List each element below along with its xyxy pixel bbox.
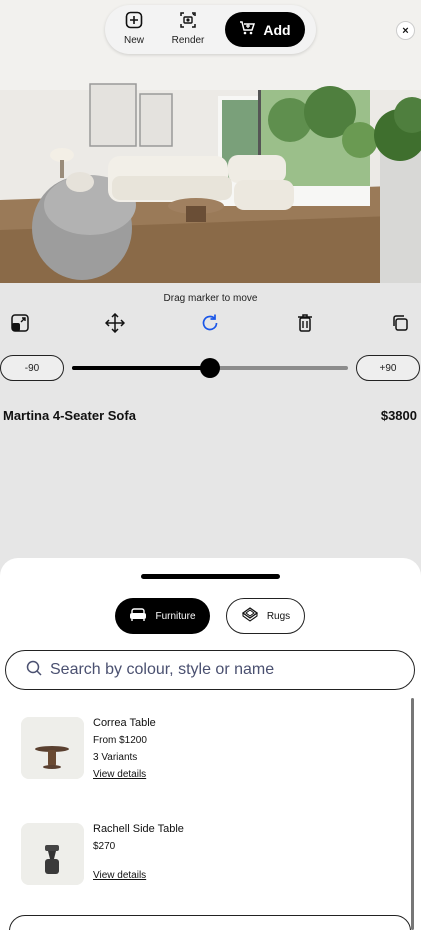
view-details-link[interactable]: View details <box>93 870 184 881</box>
product-price: $270 <box>93 841 116 852</box>
rotate-icon <box>200 313 220 338</box>
toolbar: New Render Add <box>105 5 316 54</box>
partial-card[interactable] <box>9 915 411 930</box>
product-title: Rachell Side Table <box>93 823 184 835</box>
search-input[interactable] <box>50 661 390 679</box>
tab-rugs[interactable]: Rugs <box>226 598 305 634</box>
rotate-min-button[interactable]: -90 <box>0 355 64 381</box>
rotate-button[interactable] <box>199 314 221 336</box>
product-thumbnail <box>21 717 84 779</box>
delete-button[interactable] <box>294 313 316 338</box>
product-info: Rachell Side Table $270 View details <box>93 823 184 881</box>
add-label: Add <box>263 21 291 38</box>
trash-icon <box>296 313 314 338</box>
search-icon <box>26 660 42 681</box>
add-button[interactable]: Add <box>225 12 305 47</box>
action-icons <box>0 312 421 338</box>
rotate-max-button[interactable]: +90 <box>356 355 420 381</box>
slider-thumb[interactable] <box>200 358 220 378</box>
product-price: From $1200 <box>93 735 147 746</box>
search-bar[interactable] <box>5 650 415 690</box>
selected-product-name: Martina 4-Seater Sofa <box>3 408 136 423</box>
resize-icon <box>10 313 30 338</box>
move-icon <box>104 312 126 338</box>
duplicate-icon <box>391 314 409 337</box>
selected-product-price: $3800 <box>380 408 417 423</box>
sheet-handle[interactable] <box>141 574 280 579</box>
list-scrollbar[interactable] <box>411 698 414 930</box>
render-camera-icon <box>179 12 197 32</box>
cart-icon <box>239 20 256 39</box>
sofa-icon <box>129 607 147 625</box>
tab-rugs-label: Rugs <box>266 610 291 622</box>
rotation-slider[interactable] <box>72 358 348 378</box>
plus-square-icon <box>125 11 143 32</box>
duplicate-button[interactable] <box>389 314 411 336</box>
close-icon: × <box>402 24 409 37</box>
render-label: Render <box>171 35 205 46</box>
product-info: Correa Table From $1200 3 Variants View … <box>93 717 156 780</box>
tab-furniture-label: Furniture <box>155 610 196 622</box>
new-label: New <box>123 35 144 46</box>
product-title: Correa Table <box>93 717 156 729</box>
view-details-link[interactable]: View details <box>93 769 156 780</box>
render-button[interactable]: Render <box>167 11 209 46</box>
resize-button[interactable] <box>9 313 31 338</box>
product-thumbnail <box>21 823 84 885</box>
drag-hint: Drag marker to move <box>163 293 258 304</box>
slider-fill <box>72 366 210 370</box>
app-root: New Render Add × Drag marker to move -90… <box>0 0 421 930</box>
new-button[interactable]: New <box>117 11 151 46</box>
rug-icon <box>241 606 259 626</box>
move-button[interactable] <box>104 312 126 338</box>
tab-furniture[interactable]: Furniture <box>115 598 210 634</box>
close-button[interactable]: × <box>396 21 415 40</box>
product-variants: 3 Variants <box>93 752 138 763</box>
catalog-sheet: Furniture Rugs Search by colour, style o… <box>0 558 421 930</box>
